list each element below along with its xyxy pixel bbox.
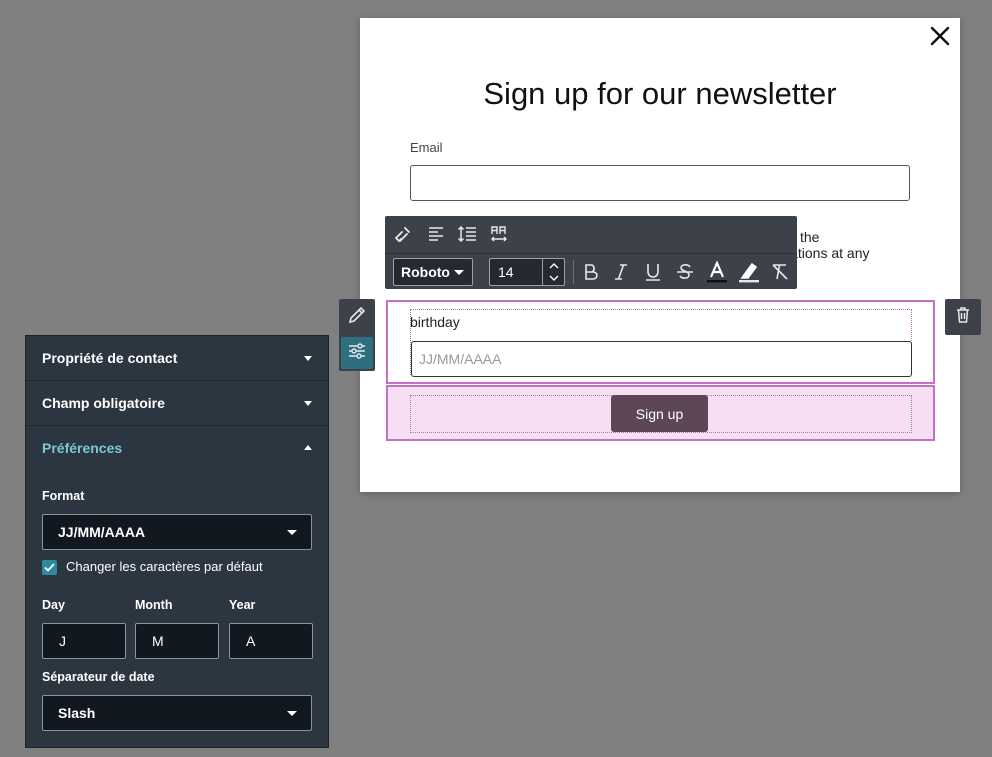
consent-text-line: ications at any [780, 245, 870, 261]
month-input[interactable]: M [135, 623, 219, 659]
birthday-label: birthday [410, 314, 460, 330]
chevron-up-icon [304, 445, 312, 450]
bold-icon[interactable] [579, 260, 603, 284]
chevron-down-icon [287, 711, 297, 716]
signup-button[interactable]: Sign up [611, 395, 708, 432]
day-input[interactable]: J [42, 623, 126, 659]
change-chars-checkbox[interactable] [42, 560, 57, 575]
separator-select[interactable]: Slash [42, 695, 312, 731]
font-size-stepper[interactable] [542, 259, 564, 285]
align-left-icon[interactable] [424, 222, 448, 246]
font-size-value: 14 [498, 264, 514, 280]
text-color-icon[interactable] [705, 260, 729, 284]
font-family-value: Roboto [401, 264, 450, 280]
email-label: Email [410, 140, 443, 155]
separator-label: Séparateur de date [42, 670, 155, 684]
line-height-icon[interactable] [455, 222, 479, 246]
birthday-field-block[interactable]: birthday JJ/MM/AAAA [386, 300, 935, 384]
chevron-down-icon [304, 401, 312, 406]
chevron-down-icon [454, 270, 464, 275]
clear-format-icon[interactable] [768, 260, 792, 284]
consent-text-line: the [800, 229, 820, 245]
strikethrough-icon[interactable] [673, 260, 697, 284]
text-format-toolbar: Roboto 14 [385, 216, 797, 289]
pencil-icon [347, 305, 367, 330]
email-input[interactable] [410, 165, 910, 201]
font-size-input[interactable]: 14 [489, 258, 565, 286]
accordion-label: Préférences [42, 440, 123, 456]
settings-button[interactable] [341, 337, 373, 369]
year-label: Year [229, 598, 256, 612]
year-input[interactable]: A [229, 623, 313, 659]
letter-spacing-icon[interactable] [487, 222, 511, 246]
format-value: JJ/MM/AAAA [58, 524, 146, 540]
edit-button[interactable] [341, 301, 373, 333]
close-icon[interactable] [928, 24, 952, 48]
accordion-label: Champ obligatoire [42, 395, 165, 411]
italic-icon[interactable] [609, 260, 633, 284]
field-settings-panel: Propriété de contact Champ obligatoire P… [25, 335, 329, 748]
accordion-label: Propriété de contact [42, 350, 178, 366]
signup-button-block[interactable]: Sign up [386, 385, 935, 441]
birthday-input[interactable]: JJ/MM/AAAA [411, 341, 912, 377]
font-family-select[interactable]: Roboto [393, 258, 473, 286]
toolbar-divider [573, 260, 574, 284]
unlink-icon[interactable] [391, 222, 415, 246]
accordion-contact-property[interactable]: Propriété de contact [26, 336, 328, 381]
toolbar-row-top [385, 216, 797, 252]
chevron-down-icon [287, 530, 297, 535]
trash-icon [954, 306, 972, 329]
highlight-icon[interactable] [737, 260, 761, 284]
toolbar-row-bottom: Roboto 14 [385, 253, 797, 289]
format-select[interactable]: JJ/MM/AAAA [42, 514, 312, 550]
modal-title: Sign up for our newsletter [483, 76, 837, 111]
change-chars-label: Changer les caractères par défaut [66, 559, 263, 574]
chevron-down-icon [304, 356, 312, 361]
accordion-preferences[interactable]: Préférences [26, 426, 328, 471]
consent-text: the ications at any [780, 229, 950, 261]
block-side-tools [339, 299, 375, 371]
format-label: Format [42, 489, 85, 503]
underline-icon[interactable] [641, 260, 665, 284]
delete-block-button[interactable] [945, 299, 981, 335]
sliders-icon [347, 341, 367, 366]
month-label: Month [135, 598, 173, 612]
separator-value: Slash [58, 705, 96, 721]
accordion-required-field[interactable]: Champ obligatoire [26, 381, 328, 426]
day-label: Day [42, 598, 65, 612]
